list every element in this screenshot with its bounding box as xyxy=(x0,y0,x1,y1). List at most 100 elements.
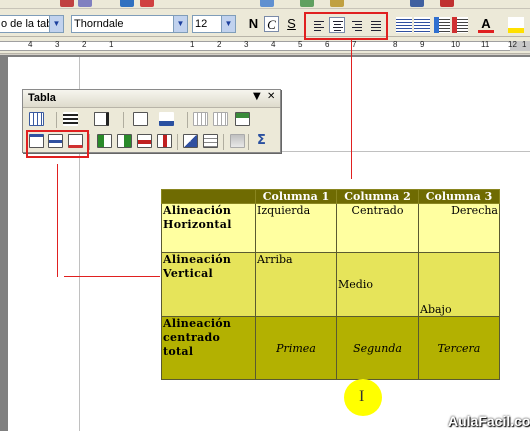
table-cell[interactable]: Medio xyxy=(336,252,419,317)
close-icon[interactable]: ✕ xyxy=(267,91,275,102)
increase-indent-icon[interactable] xyxy=(452,17,468,33)
table-cell[interactable]: Derecha xyxy=(418,203,500,253)
insert-rows-icon[interactable] xyxy=(97,134,112,148)
table-header-cell[interactable] xyxy=(161,189,256,204)
numbering-icon[interactable] xyxy=(396,17,412,33)
line-style-icon[interactable] xyxy=(63,112,78,126)
spellcheck-icon[interactable] xyxy=(120,0,134,7)
formatting-toolbar: o de la tabla ▼ Thorndale ▼ 12 ▼ N C S A xyxy=(0,9,530,37)
horizontal-ruler[interactable]: 4 3 2 1 1 2 3 4 5 6 7 8 9 10 11 12 1 xyxy=(0,37,530,54)
borders-icon[interactable] xyxy=(133,112,148,126)
font-size-value: 12 xyxy=(195,18,208,30)
export-pdf-icon[interactable] xyxy=(60,0,74,7)
text-cursor-icon: I xyxy=(359,388,365,405)
sort-icon[interactable] xyxy=(230,134,245,148)
row-label: Horizontal xyxy=(163,218,232,231)
annotation-line xyxy=(351,40,352,179)
table-header-cell[interactable]: Columna 3 xyxy=(418,189,500,204)
delete-rows-icon[interactable] xyxy=(137,134,152,148)
table-cell[interactable]: Segunda xyxy=(336,316,419,380)
bullets-icon[interactable] xyxy=(414,17,430,33)
row-label-cell[interactable]: Alineación Vertical xyxy=(161,252,256,317)
highlighting-icon[interactable] xyxy=(508,17,524,33)
table-header-row: Columna 1 Columna 2 Columna 3 xyxy=(161,189,500,204)
ruler-number: 10 xyxy=(451,40,460,49)
ruler-number: 5 xyxy=(298,40,303,49)
ruler-number: 1 xyxy=(109,40,114,49)
table-row: Alineación Vertical Arriba Medio Abajo xyxy=(161,252,500,317)
chevron-down-icon[interactable]: ▼ xyxy=(221,16,235,32)
annotation-line xyxy=(64,276,160,277)
navigator-icon[interactable] xyxy=(260,0,274,7)
ruler-number: 3 xyxy=(244,40,249,49)
align-center-vertical-button[interactable] xyxy=(48,134,63,148)
row-label-cell[interactable]: Alineación centrado total xyxy=(161,316,256,380)
autoformat-icon[interactable] xyxy=(235,112,250,126)
ruler-number: 11 xyxy=(481,40,490,49)
chevron-down-icon[interactable]: ▼ xyxy=(49,16,63,32)
print-icon[interactable] xyxy=(78,0,92,7)
table-icon[interactable] xyxy=(29,112,44,126)
decrease-indent-icon[interactable] xyxy=(434,17,450,33)
align-center-button[interactable] xyxy=(329,17,345,33)
row-label: Vertical xyxy=(163,267,213,280)
mouse-cursor-highlight: I xyxy=(344,379,382,416)
justify-button[interactable] xyxy=(367,17,383,33)
font-name-value: Thorndale xyxy=(74,18,124,30)
autospell-icon[interactable] xyxy=(140,0,154,7)
watermark-logo: AulaFacil.com xyxy=(448,413,530,429)
ruler-number: 12 xyxy=(508,40,517,49)
table-row: Alineación centrado total Primea Segunda… xyxy=(161,316,500,380)
row-label-cell[interactable]: Alineación Horizontal xyxy=(161,203,256,253)
background-color-icon[interactable] xyxy=(159,112,174,126)
sum-icon[interactable]: Σ xyxy=(254,134,269,148)
annotation-line xyxy=(57,164,58,277)
font-size-select[interactable]: 12 ▼ xyxy=(192,15,236,33)
font-name-select[interactable]: Thorndale ▼ xyxy=(71,15,188,33)
table-cell[interactable]: Arriba xyxy=(255,252,337,317)
table-row: Alineación Horizontal Izquierda Centrado… xyxy=(161,203,500,253)
gallery-icon[interactable] xyxy=(300,0,314,7)
table-cell[interactable]: Izquierda xyxy=(255,203,337,253)
line-color-icon[interactable] xyxy=(94,112,109,126)
ruler-number: 4 xyxy=(28,40,33,49)
table-cell[interactable]: Tercera xyxy=(418,316,500,380)
table-cell[interactable]: Centrado xyxy=(336,203,419,253)
align-left-button[interactable] xyxy=(310,17,326,33)
font-color-icon[interactable]: A xyxy=(478,17,494,33)
ruler-number: 6 xyxy=(325,40,330,49)
row-label: Alineación xyxy=(163,317,232,331)
underline-button[interactable]: S xyxy=(284,16,299,32)
row-label: centrado total xyxy=(163,331,221,358)
table-cell[interactable]: Primea xyxy=(255,316,337,380)
delete-columns-icon[interactable] xyxy=(157,134,172,148)
align-right-button[interactable] xyxy=(348,17,364,33)
align-top-button[interactable] xyxy=(29,134,44,148)
paragraph-style-select[interactable]: o de la tabla ▼ xyxy=(0,15,64,33)
split-cells-icon[interactable] xyxy=(213,112,228,126)
table-header-cell[interactable]: Columna 1 xyxy=(255,189,337,204)
merge-cells-icon[interactable] xyxy=(193,112,208,126)
standard-toolbar xyxy=(0,0,530,9)
tabla-toolbar-header[interactable]: Tabla ▼ ✕ xyxy=(23,90,280,108)
help-icon[interactable] xyxy=(440,0,454,7)
italic-button[interactable]: C xyxy=(264,16,279,32)
ruler-number: 3 xyxy=(55,40,60,49)
optimize-icon[interactable] xyxy=(183,134,198,148)
tabla-toolbar: Tabla ▼ ✕ Σ xyxy=(22,89,281,153)
chevron-down-icon[interactable]: ▼ xyxy=(253,91,261,102)
zoom-icon[interactable] xyxy=(410,0,424,7)
ruler-number: 2 xyxy=(82,40,87,49)
ruler-number: 4 xyxy=(271,40,276,49)
ruler-number: 1 xyxy=(190,40,195,49)
row-label: Alineación xyxy=(163,253,232,267)
align-bottom-button[interactable] xyxy=(68,134,83,148)
bold-button[interactable]: N xyxy=(246,16,261,32)
datasource-icon[interactable] xyxy=(330,0,344,7)
table-header-cell[interactable]: Columna 2 xyxy=(336,189,419,204)
select-table-icon[interactable] xyxy=(203,134,218,148)
insert-columns-icon[interactable] xyxy=(117,134,132,148)
table-cell[interactable]: Abajo xyxy=(418,252,500,317)
document-table[interactable]: Columna 1 Columna 2 Columna 3 Alineación… xyxy=(161,189,500,380)
chevron-down-icon[interactable]: ▼ xyxy=(173,16,187,32)
